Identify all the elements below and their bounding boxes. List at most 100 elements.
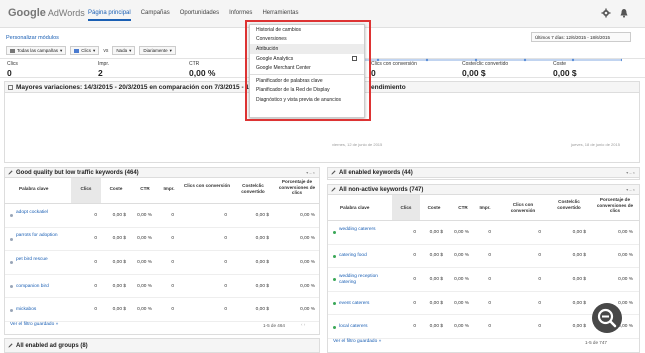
cell-impr: 0 <box>171 236 174 242</box>
cell-ctr: 0,00 % <box>137 259 152 265</box>
col-conv-rate[interactable]: Porcentaje de conversiones de clics <box>592 197 638 214</box>
cell-clicks: 0 <box>94 236 97 242</box>
cell-clicks: 0 <box>413 276 416 282</box>
panel-controls-icon[interactable]: ▾ – × <box>626 187 635 192</box>
col-ctr[interactable]: CTR <box>131 186 159 192</box>
cell-ctr: 0,00 % <box>454 276 469 282</box>
col-conv-rate[interactable]: Porcentaje de conversiones de clics <box>275 179 319 196</box>
cell-ctr: 0,00 % <box>454 229 469 235</box>
col-ctr[interactable]: CTR <box>450 205 476 211</box>
cell-conv: 0 <box>538 253 541 259</box>
table-row: parrots for adoption 0 0,00 $ 0,00 % 0 0 0,00 … <box>5 228 319 252</box>
cell-impr: 0 <box>488 229 491 235</box>
cell-impr: 0 <box>171 307 174 313</box>
saved-filter-link[interactable]: Ver el filtro guardado » <box>10 322 58 327</box>
column-headers: Palabra clave Clics Coste CTR Impr. Clic… <box>328 195 639 221</box>
col-clicks[interactable]: Clics <box>71 186 101 192</box>
keyword-link[interactable]: parrots for adoption <box>16 233 68 239</box>
variations-title: Mayores variaciones: 14/3/2015 - 20/3/20… <box>16 83 275 91</box>
col-conv-clicks[interactable]: Clics con conversión <box>500 202 546 213</box>
stat-label: Clics <box>7 61 18 67</box>
pencil-icon[interactable] <box>8 343 13 348</box>
panel-title: All enabled keywords (44) <box>339 169 413 176</box>
chevron-down-icon: ▾ <box>129 47 132 53</box>
logo-google-text: Google <box>8 7 46 19</box>
keyword-link[interactable]: catering food <box>339 253 391 259</box>
cell-cost: 0,00 $ <box>112 212 126 218</box>
keyword-link[interactable]: pet bird rescue <box>16 257 68 263</box>
bell-icon[interactable] <box>619 8 629 18</box>
col-cost-conv[interactable]: Coste/clic convertido <box>550 199 588 210</box>
cell-cost: 0,00 $ <box>112 307 126 313</box>
keyword-link[interactable]: companion bird <box>16 284 68 290</box>
col-keyword[interactable]: Palabra clave <box>19 186 48 192</box>
stat-ctr: CTR 0,00 % <box>189 61 215 78</box>
col-cost[interactable]: Coste <box>420 205 448 211</box>
saved-filter-link[interactable]: Ver el filtro guardado » <box>333 339 381 344</box>
cell-cost_conv: 0,00 $ <box>255 259 269 265</box>
cell-cost: 0,00 $ <box>112 283 126 289</box>
cell-cost_conv: 0,00 $ <box>572 253 586 259</box>
keyword-link[interactable]: wedding reception catering <box>339 274 391 286</box>
status-dot-icon <box>10 285 13 289</box>
campaign-filter-dropdown[interactable]: Todas las campañas ▾ <box>6 46 67 55</box>
adwords-logo[interactable]: Google AdWords <box>8 7 85 19</box>
period-dropdown[interactable]: Diariamente ▾ <box>139 46 176 55</box>
status-dot-icon <box>10 308 13 312</box>
col-impr[interactable]: Impr. <box>474 205 496 211</box>
cell-ctr: 0,00 % <box>137 283 152 289</box>
date-range-selector[interactable]: Últimos 7 días: 12/6/2015 - 18/6/2015 <box>531 32 631 42</box>
highlight-box <box>245 20 371 121</box>
low-traffic-keywords-panel: Good quality but low traffic keywords (4… <box>4 167 320 335</box>
col-keyword[interactable]: Palabra clave <box>340 205 369 211</box>
nav-campaigns[interactable]: Campañas <box>141 10 170 21</box>
panel-header: Good quality but low traffic keywords (4… <box>5 168 319 178</box>
keyword-link[interactable]: adopt cockatiel <box>16 210 68 216</box>
table-row: wedding caterers 0 0,00 $ 0,00 % 0 0 0,00 $ 0,0… <box>328 221 639 245</box>
nav-home[interactable]: Página principal <box>88 10 131 21</box>
keyword-link[interactable]: local caterers <box>339 324 391 330</box>
col-impr[interactable]: Impr. <box>157 186 181 192</box>
zoom-magnifier-icon[interactable] <box>592 303 622 333</box>
panel-controls-icon[interactable]: ▾ – × <box>626 170 635 175</box>
clicks-line-chart <box>330 58 622 62</box>
cell-clicks: 0 <box>94 307 97 313</box>
cell-cost_conv: 0,00 $ <box>255 283 269 289</box>
pencil-icon[interactable] <box>8 170 13 175</box>
col-cost[interactable]: Coste <box>101 186 131 192</box>
panel-controls-icon[interactable]: ▾ – × <box>306 170 315 175</box>
non-active-keywords-panel: All non-active keywords (747) ▾ – × Pala… <box>327 184 640 353</box>
pagination-arrows-icon[interactable]: ‹ › <box>301 322 305 327</box>
keyword-link[interactable]: wedding caterers <box>339 227 391 233</box>
cell-cost: 0,00 $ <box>429 300 443 306</box>
col-cost-conv[interactable]: Coste/clic convertido <box>233 183 273 194</box>
metric2-dropdown[interactable]: Nada ▾ <box>112 46 136 55</box>
stat-value: 0 <box>371 68 376 78</box>
cell-impr: 0 <box>171 259 174 265</box>
cell-cost: 0,00 $ <box>429 229 443 235</box>
cell-rate: 0,00 % <box>300 283 315 289</box>
collapse-checkbox[interactable] <box>8 84 13 90</box>
pencil-icon[interactable] <box>331 187 336 192</box>
keyword-link[interactable]: mickabos <box>16 307 68 313</box>
nav-opportunities[interactable]: Oportunidades <box>180 10 219 21</box>
pagination-text: 1-5 de 464 <box>263 323 285 328</box>
cell-cost_conv: 0,00 $ <box>572 324 586 330</box>
col-conv-clicks[interactable]: Clics con conversión <box>183 183 231 189</box>
stat-value: 0,00 $ <box>553 68 577 78</box>
stat-value: 0 <box>7 68 12 78</box>
col-clicks[interactable]: Clics <box>392 205 420 211</box>
table-row: catering food 0 0,00 $ 0,00 % 0 0 0,00 $ 0,00 % <box>328 245 639 269</box>
customize-modules-link[interactable]: Personalizar módulos <box>6 35 59 41</box>
metric1-dropdown[interactable]: Clics ▾ <box>70 46 100 55</box>
chart-start-date: viernes, 12 de junio de 2015 <box>332 142 383 147</box>
pencil-icon[interactable] <box>331 170 336 175</box>
keyword-link[interactable]: event caterers <box>339 301 391 307</box>
cell-conv: 0 <box>224 259 227 265</box>
gear-icon[interactable] <box>601 8 611 18</box>
stat-value: 0,00 % <box>189 68 216 78</box>
cell-cost_conv: 0,00 $ <box>572 229 586 235</box>
stat-label: CTR <box>189 61 200 67</box>
status-dot-icon <box>333 231 336 235</box>
cell-conv: 0 <box>224 307 227 313</box>
